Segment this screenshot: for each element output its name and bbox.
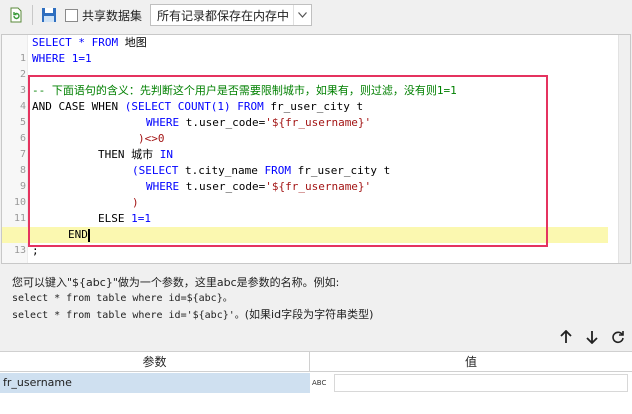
- abc-text-icon[interactable]: ABC: [310, 379, 334, 387]
- code-line-1: 1 SELECT * FROM 地图: [2, 35, 622, 64]
- refresh-icon[interactable]: [610, 328, 626, 346]
- help-example: select * from table where id='${abc}'。(如…: [12, 307, 612, 324]
- column-header-value[interactable]: 值: [310, 352, 632, 371]
- code-token: SELECT * FROM: [32, 36, 119, 49]
- column-header-param[interactable]: 参数: [0, 352, 310, 371]
- highlight-annotation-box: [28, 75, 548, 247]
- help-example-note: (如果id字段为字符串类型): [244, 308, 374, 321]
- parameter-help: 您可以键入"${abc}"做为一个参数，这里abc是参数的名称。例如: sele…: [12, 275, 612, 324]
- share-dataset-checkbox[interactable]: [65, 8, 78, 22]
- code-token: 1=1: [65, 52, 92, 65]
- parameter-table: 参数 值 fr_username ABC: [0, 351, 632, 414]
- chevron-down-icon[interactable]: [293, 5, 311, 25]
- help-example-code: select * from table where id='${abc}'。: [12, 310, 245, 321]
- sql-editor[interactable]: 1 SELECT * FROM 地图 2 WHERE 1=1 3 4 -- 下面…: [1, 34, 631, 264]
- param-value-cell: ABC: [310, 373, 632, 393]
- param-name-cell[interactable]: fr_username: [0, 373, 310, 393]
- param-value-input[interactable]: [334, 374, 628, 392]
- code-line-2: 2 WHERE 1=1: [2, 51, 622, 80]
- code-token: 地图: [118, 36, 147, 49]
- save-icon[interactable]: [39, 5, 59, 25]
- cache-mode-select[interactable]: 所有记录都保存在内存中: [150, 4, 313, 26]
- param-controls: [558, 328, 626, 346]
- table-header: 参数 值: [0, 352, 632, 372]
- share-dataset-label: 共享数据集: [82, 8, 143, 23]
- toolbar-separator: [32, 5, 33, 25]
- help-example: select * from table where id=${abc}。: [12, 293, 233, 304]
- toolbar: 共享数据集 所有记录都保存在内存中: [0, 0, 632, 30]
- share-dataset-toggle[interactable]: 共享数据集: [65, 7, 142, 24]
- refresh-doc-icon[interactable]: [6, 5, 26, 25]
- help-line: 您可以键入"${abc}"做为一个参数，这里abc是参数的名称。例如:: [12, 276, 340, 289]
- code-token: WHERE: [32, 52, 66, 65]
- arrow-down-icon[interactable]: [584, 328, 600, 346]
- arrow-up-icon[interactable]: [558, 328, 574, 346]
- table-row[interactable]: fr_username ABC: [0, 373, 632, 393]
- cache-mode-value: 所有记录都保存在内存中: [157, 8, 290, 23]
